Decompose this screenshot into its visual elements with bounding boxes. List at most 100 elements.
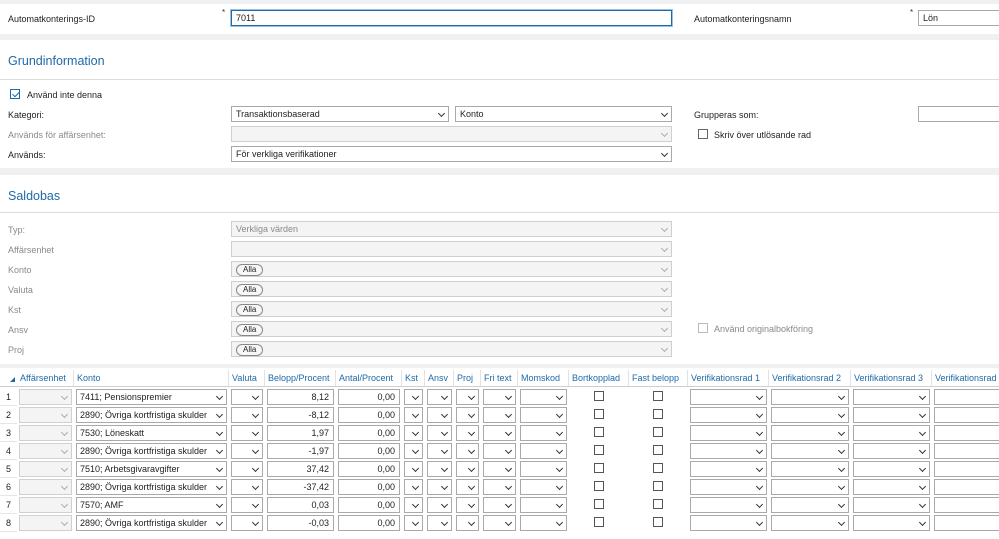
kst-cell[interactable] [404, 407, 423, 423]
ver4-cell[interactable] [934, 443, 999, 459]
ver2-cell[interactable] [771, 515, 849, 531]
kst-cell[interactable] [404, 479, 423, 495]
bortkopplad-checkbox[interactable] [594, 499, 604, 509]
ver3-cell[interactable] [853, 497, 930, 513]
ver2-cell[interactable] [771, 461, 849, 477]
ver2-cell[interactable] [771, 425, 849, 441]
col-header-bortkopplad[interactable]: Bortkopplad [569, 370, 629, 386]
belopp-cell[interactable]: 37,42 [267, 461, 334, 477]
konto-cell[interactable]: 7411; Pensionspremier [76, 389, 227, 405]
ansv-cell[interactable] [427, 479, 452, 495]
kst-cell[interactable] [404, 389, 423, 405]
ver2-cell[interactable] [771, 479, 849, 495]
ver1-cell[interactable] [690, 515, 767, 531]
ver4-cell[interactable] [934, 389, 999, 405]
konto-cell[interactable]: 2890; Övriga kortfristiga skulder [76, 443, 227, 459]
momskod-cell[interactable] [520, 389, 567, 405]
proj-cell[interactable] [456, 515, 479, 531]
belopp-cell[interactable]: -8,12 [267, 407, 334, 423]
ver4-cell[interactable] [934, 515, 999, 531]
fritext-cell[interactable] [483, 425, 516, 441]
antal-cell[interactable]: 0,00 [338, 389, 400, 405]
momskod-cell[interactable] [520, 497, 567, 513]
kategori-select[interactable]: Transaktionsbaserad [231, 106, 449, 122]
fritext-cell[interactable] [483, 497, 516, 513]
momskod-cell[interactable] [520, 515, 567, 531]
skriv-over-checkbox[interactable] [698, 129, 708, 139]
fritext-cell[interactable] [483, 479, 516, 495]
ver1-cell[interactable] [690, 461, 767, 477]
konto-cell[interactable]: 2890; Övriga kortfristiga skulder [76, 407, 227, 423]
momskod-cell[interactable] [520, 443, 567, 459]
ver2-cell[interactable] [771, 407, 849, 423]
ver1-cell[interactable] [690, 443, 767, 459]
ansv-cell[interactable] [427, 515, 452, 531]
kst-cell[interactable] [404, 425, 423, 441]
col-header-proj[interactable]: Proj [454, 370, 481, 386]
valuta-cell[interactable] [231, 497, 263, 513]
fastbelopp-checkbox[interactable] [653, 481, 663, 491]
fritext-cell[interactable] [483, 443, 516, 459]
antal-cell[interactable]: 0,00 [338, 425, 400, 441]
konto-cell[interactable]: 7530; Löneskatt [76, 425, 227, 441]
col-header-affarsenhet[interactable]: Affärsenhet [17, 370, 74, 386]
col-header-ver3[interactable]: Verifikationsrad 3 [851, 370, 932, 386]
col-header-momskod[interactable]: Momskod [518, 370, 569, 386]
col-header-ansv[interactable]: Ansv [425, 370, 454, 386]
ansv-cell[interactable] [427, 407, 452, 423]
ver1-cell[interactable] [690, 389, 767, 405]
ver4-cell[interactable] [934, 407, 999, 423]
ansv-cell[interactable] [427, 461, 452, 477]
belopp-cell[interactable]: -0,03 [267, 515, 334, 531]
ver4-cell[interactable] [934, 425, 999, 441]
antal-cell[interactable]: 0,00 [338, 443, 400, 459]
ver1-cell[interactable] [690, 425, 767, 441]
col-header-fritext[interactable]: Fri text [481, 370, 518, 386]
konto-cell[interactable]: 2890; Övriga kortfristiga skulder [76, 479, 227, 495]
anvands-select[interactable]: För verkliga verifikationer [231, 146, 672, 162]
ansv-cell[interactable] [427, 425, 452, 441]
konto-cell[interactable]: 2890; Övriga kortfristiga skulder [76, 515, 227, 531]
konto-cell[interactable]: 7510; Arbetsgivaravgifter [76, 461, 227, 477]
momskod-cell[interactable] [520, 479, 567, 495]
kst-cell[interactable] [404, 461, 423, 477]
col-header-fastbelopp[interactable]: Fast belopp [629, 370, 688, 386]
bortkopplad-checkbox[interactable] [594, 445, 604, 455]
konto-cell[interactable]: 7570; AMF [76, 497, 227, 513]
col-header-ver1[interactable]: Verifikationsrad 1 [688, 370, 769, 386]
belopp-cell[interactable]: 0,03 [267, 497, 334, 513]
bortkopplad-checkbox[interactable] [594, 517, 604, 527]
belopp-cell[interactable]: -37,42 [267, 479, 334, 495]
inactive-checkbox[interactable] [10, 89, 20, 99]
ver1-cell[interactable] [690, 479, 767, 495]
belopp-cell[interactable]: -1,97 [267, 443, 334, 459]
antal-cell[interactable]: 0,00 [338, 407, 400, 423]
ver4-cell[interactable] [934, 497, 999, 513]
antal-cell[interactable]: 0,00 [338, 479, 400, 495]
fastbelopp-checkbox[interactable] [653, 409, 663, 419]
fastbelopp-checkbox[interactable] [653, 499, 663, 509]
ansv-cell[interactable] [427, 389, 452, 405]
bortkopplad-checkbox[interactable] [594, 409, 604, 419]
proj-cell[interactable] [456, 425, 479, 441]
valuta-cell[interactable] [231, 389, 263, 405]
valuta-cell[interactable] [231, 425, 263, 441]
valuta-cell[interactable] [231, 461, 263, 477]
bortkopplad-checkbox[interactable] [594, 427, 604, 437]
grupperas-input[interactable] [918, 106, 999, 122]
ver4-cell[interactable] [934, 461, 999, 477]
ver2-cell[interactable] [771, 389, 849, 405]
col-header-konto[interactable]: Konto [74, 370, 229, 386]
bortkopplad-checkbox[interactable] [594, 391, 604, 401]
kst-cell[interactable] [404, 515, 423, 531]
ver3-cell[interactable] [853, 515, 930, 531]
proj-cell[interactable] [456, 461, 479, 477]
fritext-cell[interactable] [483, 461, 516, 477]
belopp-cell[interactable]: 8,12 [267, 389, 334, 405]
valuta-cell[interactable] [231, 479, 263, 495]
ansv-cell[interactable] [427, 497, 452, 513]
kst-cell[interactable] [404, 443, 423, 459]
kst-cell[interactable] [404, 497, 423, 513]
ver4-cell[interactable] [934, 479, 999, 495]
fastbelopp-checkbox[interactable] [653, 517, 663, 527]
